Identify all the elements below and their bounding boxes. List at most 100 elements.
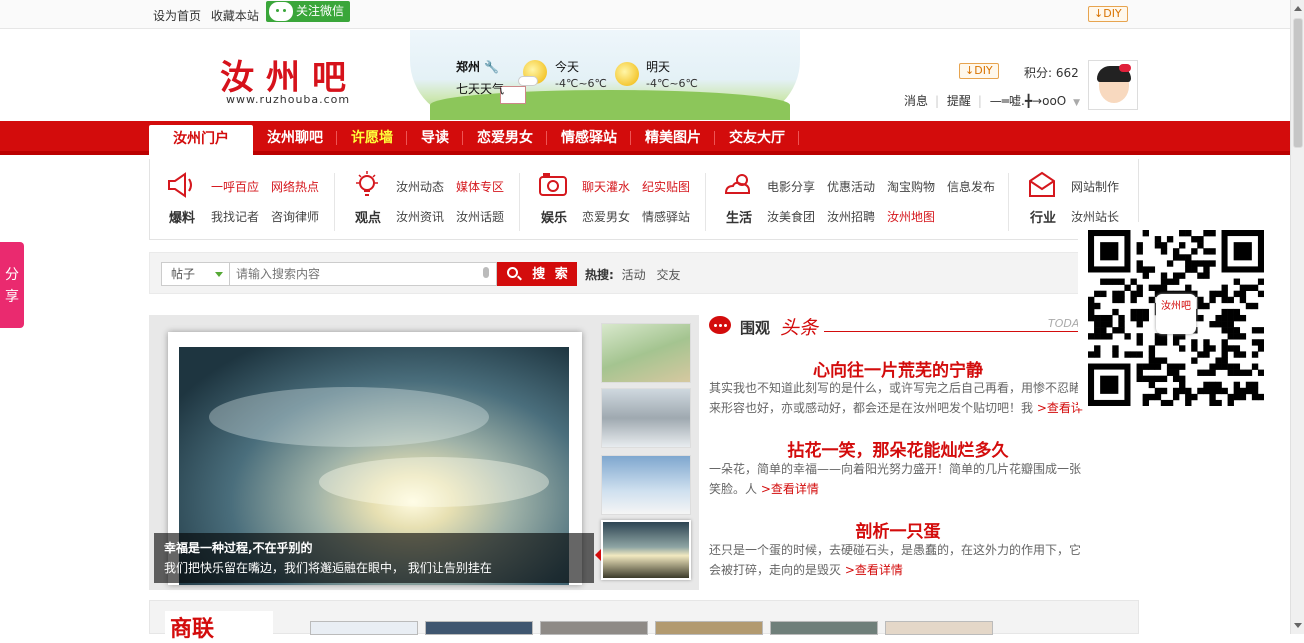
cloud-icon	[518, 76, 538, 86]
nav-item-love[interactable]: 恋爱男女	[463, 121, 547, 155]
slideshow-thumb[interactable]	[601, 455, 691, 515]
slideshow-thumb-active[interactable]	[601, 520, 691, 580]
today-temp: -4℃~6℃	[555, 77, 607, 90]
divider	[824, 331, 1088, 332]
envelope-icon	[1029, 171, 1055, 197]
category-link[interactable]: 汝州招聘	[827, 208, 875, 225]
category-link[interactable]: 汝州资讯	[396, 208, 444, 225]
wechat-follow-button[interactable]: 关注微信	[266, 1, 350, 22]
qr-code-panel[interactable]: 汝州吧	[1078, 222, 1272, 408]
category-link[interactable]: 汝美食团	[767, 208, 815, 225]
read-more-link[interactable]: >查看详情	[761, 482, 819, 496]
search-icon	[507, 267, 518, 278]
category-link[interactable]: 信息发布	[947, 178, 995, 195]
wrench-icon[interactable]: 🔧	[484, 60, 499, 74]
page-scrollbar[interactable]	[1290, 0, 1304, 634]
slideshow-thumb[interactable]	[601, 388, 691, 448]
category-link[interactable]: 汝州动态	[396, 178, 444, 195]
messages-link[interactable]: 消息	[904, 94, 928, 108]
search-input[interactable]	[229, 262, 497, 286]
nav-item-pictures[interactable]: 精美图片	[631, 121, 715, 155]
avatar[interactable]	[1088, 60, 1138, 110]
diy-button-user[interactable]: ↓DIY	[959, 63, 999, 79]
category-link[interactable]: 淘宝购物	[887, 178, 935, 195]
set-home-link[interactable]: 设为首页	[153, 9, 201, 23]
bottom-thumb[interactable]	[310, 621, 418, 635]
category-panel: 爆料 一呼百应 网络热点 我找记者 咨询律师 观点 汝州动态 媒体专区 汝州资讯…	[149, 159, 1139, 240]
seven-day-weather-link[interactable]: 七天天气	[456, 80, 504, 97]
weather-city[interactable]: 郑州 🔧	[456, 58, 499, 75]
divider: |	[935, 94, 940, 108]
diy-button-top[interactable]: ↓DIY	[1088, 6, 1128, 22]
headline-title[interactable]: 剖析一只蛋	[708, 517, 1088, 542]
user-score: 积分: 662	[1024, 66, 1079, 80]
category-name[interactable]: 娱乐	[537, 207, 571, 226]
site-url: www.ruzhouba.com	[226, 93, 351, 106]
bookmark-link[interactable]: 收藏本站	[211, 9, 259, 23]
slideshow-thumb[interactable]	[601, 323, 691, 383]
read-more-link[interactable]: >查看详情	[845, 563, 903, 577]
hot-search-link[interactable]: 活动	[622, 268, 646, 282]
site-logo[interactable]: 汝州吧	[220, 50, 358, 99]
category-link[interactable]: 一呼百应	[211, 178, 259, 195]
bottom-thumb[interactable]	[425, 621, 533, 635]
chevron-down-icon[interactable]: ▼	[1073, 98, 1080, 108]
username-menu[interactable]: —═嘘.╋→ooO	[990, 94, 1066, 108]
hot-search-link[interactable]: 交友	[656, 268, 680, 282]
category-link[interactable]: 纪实贴图	[642, 178, 690, 195]
category-name[interactable]: 爆料	[165, 207, 199, 226]
wechat-follow-label: 关注微信	[296, 4, 345, 18]
headline-summary: 一朵花，简单的幸福——向着阳光努力盛开！简单的几片花瓣围成一张笑脸。人 >查看详…	[709, 459, 1089, 499]
nav-item-chat[interactable]: 汝州聊吧	[253, 121, 337, 155]
nav-item-guide[interactable]: 导读	[407, 121, 463, 155]
category-name[interactable]: 行业	[1026, 207, 1060, 226]
category-link[interactable]: 聊天灌水	[582, 178, 630, 195]
bottom-thumb[interactable]	[770, 621, 878, 635]
bottom-thumb[interactable]	[885, 621, 993, 635]
headline-summary: 其实我也不知道此刻写的是什么，或许写完之后自己再看，用惨不忍睹来形容也好，亦或感…	[709, 378, 1089, 418]
headline-text: 其实我也不知道此刻写的是什么，或许写完之后自己再看，用惨不忍睹来形容也好，亦或感…	[709, 381, 1082, 415]
category-link[interactable]: 电影分享	[767, 178, 815, 195]
search-type-select[interactable]: 帖子	[161, 262, 229, 286]
weather-widget: 郑州 🔧 七天天气 今天 -4℃~6℃ 明天 -4℃~6℃	[410, 30, 800, 120]
category-link[interactable]: 咨询律师	[271, 208, 319, 225]
nav-item-wish-wall[interactable]: 许愿墙	[337, 121, 407, 155]
slideshow-caption[interactable]: 幸福是一种过程,不在乎别的 我们把快乐留在嘴边，我们将邂逅融在眼中， 我们让告别…	[154, 533, 594, 583]
microphone-icon[interactable]	[483, 267, 489, 278]
nav-item-emotion[interactable]: 情感驿站	[547, 121, 631, 155]
nav-item-friends[interactable]: 交友大厅	[715, 121, 799, 155]
category-link[interactable]: 媒体专区	[456, 178, 504, 195]
bottom-logo[interactable]: 商联	[165, 611, 273, 642]
category-link[interactable]: 网络热点	[271, 178, 319, 195]
category-link[interactable]: 我找记者	[211, 208, 259, 225]
category-link[interactable]: 网站制作	[1071, 178, 1119, 195]
diy-arrow-icon: ↓	[1094, 7, 1104, 20]
category-name[interactable]: 生活	[722, 207, 756, 226]
top-bar: 设为首页 收藏本站 关注微信 ↓DIY	[0, 0, 1290, 29]
category-link[interactable]: 恋爱男女	[582, 208, 630, 225]
category-link[interactable]: 汝州地图	[887, 208, 935, 225]
category-link[interactable]: 优惠活动	[827, 178, 875, 195]
bottom-thumb[interactable]	[655, 621, 763, 635]
category-name[interactable]: 观点	[351, 207, 385, 226]
bottom-thumb[interactable]	[540, 621, 648, 635]
search-type-value: 帖子	[171, 267, 196, 281]
headline-title[interactable]: 拈花一笑，那朵花能灿烂多久	[708, 436, 1088, 461]
category-link[interactable]: 情感驿站	[642, 208, 690, 225]
category-link[interactable]: 汝州话题	[456, 208, 504, 225]
scroll-up-icon[interactable]	[1294, 6, 1302, 11]
hot-search: 热搜: 活动 交友	[585, 266, 688, 283]
scroll-down-icon[interactable]	[1294, 623, 1302, 628]
tomorrow-label: 明天	[646, 60, 671, 74]
search-button[interactable]: 搜 索	[497, 262, 577, 286]
share-tab[interactable]: 分享	[0, 242, 24, 328]
category-baoliao: 爆料 一呼百应 网络热点 我找记者 咨询律师	[165, 169, 335, 229]
search-bar: 帖子 搜 索 热搜: 活动 交友	[149, 252, 1139, 294]
headlines-toutiao: 头条	[780, 317, 819, 339]
nav-item-portal[interactable]: 汝州门户	[149, 125, 253, 155]
scroll-thumb[interactable]	[1293, 18, 1303, 148]
share-label: 分享	[5, 267, 19, 305]
category-hangye: 行业 网站制作 汝州站长	[1026, 169, 1136, 229]
reminders-link[interactable]: 提醒	[947, 94, 971, 108]
headlines: 围观 头条 TODAY 心向往一片荒芜的宁静 其实我也不知道此刻写的是什么，或许…	[708, 312, 1108, 582]
